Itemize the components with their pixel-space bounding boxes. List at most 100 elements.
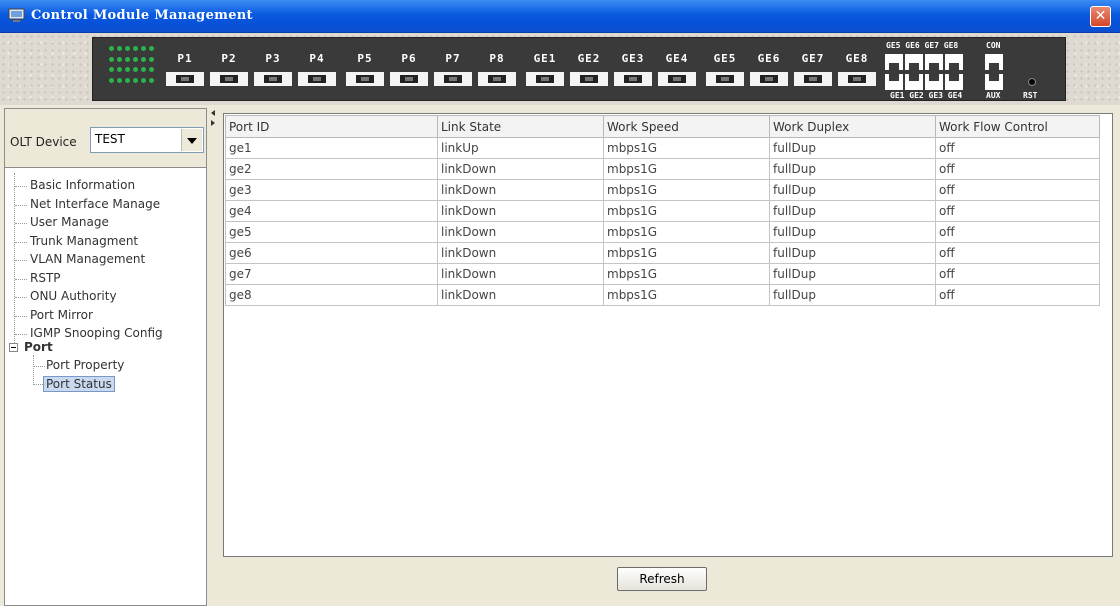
port-status-table-container: Port ID Link State Work Speed Work Duplex Wo… — [223, 113, 1113, 557]
rj45-port-ge6 — [905, 54, 923, 70]
sfp-cage — [434, 72, 472, 86]
olt-device-select[interactable]: TEST — [90, 127, 204, 153]
sfp-cage — [794, 72, 832, 86]
navigation-sidebar: OLT Device TEST Port Port Property Port … — [4, 108, 207, 606]
table-row[interactable]: ge3 linkDown mbps1G fullDup off — [225, 179, 1100, 201]
status-led — [109, 56, 114, 62]
table-cell: off — [935, 179, 1100, 201]
tree-item-trunk-managment[interactable]: Trunk Managment — [5, 233, 195, 251]
table-cell: off — [935, 263, 1100, 285]
table-cell: ge5 — [225, 221, 438, 243]
tree-item-net-interface-manage[interactable]: Net Interface Manage — [5, 196, 195, 214]
split-pane-arrows[interactable] — [209, 108, 217, 128]
table-cell: off — [935, 158, 1100, 180]
tree-item-label: RSTP — [30, 270, 61, 285]
status-led — [149, 56, 154, 62]
sfp-port-p5: P5 — [343, 38, 387, 102]
monitor-icon — [8, 8, 25, 22]
table-cell: fullDup — [769, 242, 936, 264]
tree-item-label: Net Interface Manage — [30, 196, 161, 211]
column-header[interactable]: Port ID — [225, 115, 438, 138]
sfp-cage — [346, 72, 384, 86]
status-led — [133, 77, 138, 83]
status-led — [133, 67, 138, 72]
refresh-button[interactable]: Refresh — [617, 567, 707, 591]
column-header[interactable]: Work Duplex — [769, 115, 936, 138]
sfp-cage — [838, 72, 876, 86]
status-led — [125, 56, 130, 62]
table-row[interactable]: ge7 linkDown mbps1G fullDup off — [225, 263, 1100, 285]
sfp-port-label: GE1 — [533, 52, 557, 65]
status-led — [141, 46, 146, 51]
sfp-cage — [298, 72, 336, 86]
close-button[interactable]: ✕ — [1090, 6, 1111, 27]
aux-port — [985, 74, 1003, 90]
status-led — [109, 77, 114, 83]
tree-item-basic-information[interactable]: Basic Information — [5, 177, 195, 195]
sfp-port-ge3: GE3 — [611, 38, 655, 102]
sfp-port-ge7: GE7 — [791, 38, 835, 102]
tree-item-port-property[interactable]: Port Property — [5, 357, 195, 375]
tree-item-vlan-management[interactable]: VLAN Management — [5, 251, 195, 269]
sfp-port-ge4: GE4 — [655, 38, 699, 102]
column-header[interactable]: Work Flow Control — [935, 115, 1100, 138]
rj45-port-ge8 — [945, 54, 963, 70]
tree-item-label: Trunk Managment — [30, 233, 139, 248]
sfp-port-label: P2 — [221, 52, 237, 65]
table-row[interactable]: ge5 linkDown mbps1G fullDup off — [225, 221, 1100, 243]
status-led — [125, 46, 130, 51]
sfp-port-label: GE5 — [713, 52, 737, 65]
tree-item-rstp[interactable]: RSTP — [5, 270, 195, 288]
olt-device-value: TEST — [95, 132, 125, 146]
collapse-icon[interactable] — [9, 343, 18, 352]
table-cell: mbps1G — [603, 200, 770, 222]
olt-device-selector-area: OLT Device TEST — [5, 109, 206, 168]
table-cell: mbps1G — [603, 263, 770, 285]
table-cell: mbps1G — [603, 221, 770, 243]
table-cell: ge6 — [225, 242, 438, 264]
sfp-cage — [478, 72, 516, 86]
tree-item-user-manage[interactable]: User Manage — [5, 214, 195, 232]
table-row[interactable]: ge6 linkDown mbps1G fullDup off — [225, 242, 1100, 264]
table-cell: linkDown — [437, 263, 604, 285]
table-cell: fullDup — [769, 200, 936, 222]
sfp-port-label: P3 — [265, 52, 281, 65]
tree-item-port-mirror[interactable]: Port Mirror — [5, 307, 195, 325]
rj45-port-ge4 — [945, 74, 963, 90]
sfp-port-label: GE4 — [665, 52, 689, 65]
window-title: Control Module Management — [31, 8, 253, 23]
status-led — [109, 46, 114, 51]
tree-item-onu-authority[interactable]: ONU Authority — [5, 288, 195, 306]
table-row[interactable]: ge8 linkDown mbps1G fullDup off — [225, 284, 1100, 306]
table-cell: linkUp — [437, 137, 604, 159]
table-row[interactable]: ge2 linkDown mbps1G fullDup off — [225, 158, 1100, 180]
status-leds — [109, 46, 157, 86]
table-cell: ge2 — [225, 158, 438, 180]
sfp-cage — [254, 72, 292, 86]
tree-item-label: User Manage — [30, 215, 109, 229]
table-cell: mbps1G — [603, 179, 770, 201]
tree-item-label: Port Property — [46, 358, 125, 372]
table-row[interactable]: ge1 linkUp mbps1G fullDup off — [225, 137, 1100, 159]
tree-item-port-status[interactable]: Port Status — [5, 375, 195, 393]
sfp-cage — [658, 72, 696, 86]
table-row[interactable]: ge4 linkDown mbps1G fullDup off — [225, 200, 1100, 222]
table-cell: mbps1G — [603, 284, 770, 306]
table-cell: mbps1G — [603, 158, 770, 180]
status-led — [125, 77, 130, 83]
sfp-port-label: GE7 — [801, 52, 825, 65]
sfp-cage — [706, 72, 744, 86]
tree-item-igmp-snooping-config[interactable]: IGMP Snooping Config — [5, 325, 195, 343]
column-header[interactable]: Work Speed — [603, 115, 770, 138]
sfp-port-label: GE8 — [845, 52, 869, 65]
sfp-port-p3: P3 — [251, 38, 295, 102]
sfp-port-p6: P6 — [387, 38, 431, 102]
column-header[interactable]: Link State — [437, 115, 604, 138]
table-cell: mbps1G — [603, 137, 770, 159]
sfp-port-label: GE2 — [577, 52, 601, 65]
status-led — [117, 77, 122, 83]
table-header-row: Port ID Link State Work Speed Work Duplex Wo… — [225, 115, 1100, 138]
chevron-down-icon[interactable] — [181, 129, 202, 151]
table-cell: linkDown — [437, 200, 604, 222]
status-led — [149, 67, 154, 72]
